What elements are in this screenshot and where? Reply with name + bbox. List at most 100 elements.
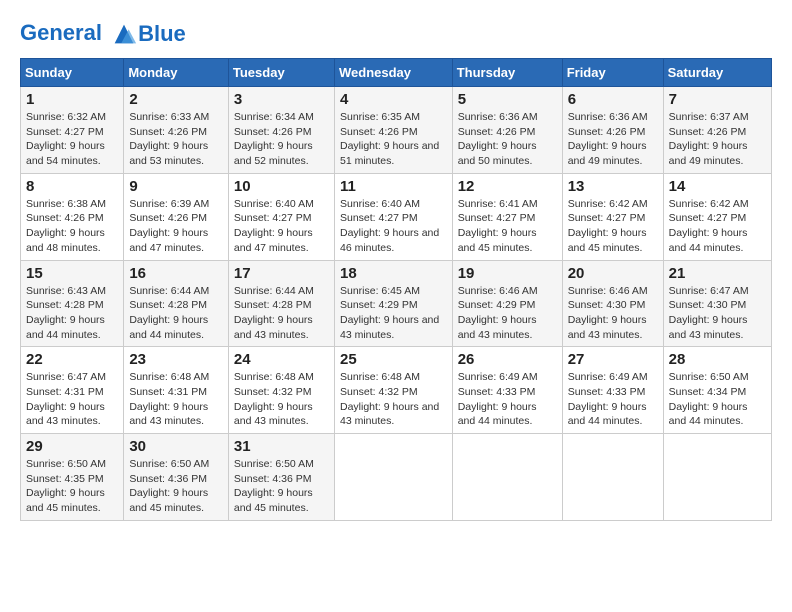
calendar-cell: 21 Sunrise: 6:47 AM Sunset: 4:30 PM Dayl…: [663, 260, 771, 347]
day-number: 9: [129, 178, 223, 195]
day-info: Sunrise: 6:43 AM Sunset: 4:28 PM Dayligh…: [26, 284, 118, 343]
day-info: Sunrise: 6:42 AM Sunset: 4:27 PM Dayligh…: [669, 197, 766, 256]
day-info: Sunrise: 6:38 AM Sunset: 4:26 PM Dayligh…: [26, 197, 118, 256]
day-number: 10: [234, 178, 329, 195]
day-info: Sunrise: 6:49 AM Sunset: 4:33 PM Dayligh…: [568, 370, 658, 429]
day-number: 16: [129, 265, 223, 282]
calendar-day-header: Friday: [562, 59, 663, 87]
day-info: Sunrise: 6:44 AM Sunset: 4:28 PM Dayligh…: [234, 284, 329, 343]
calendar-body: 1 Sunrise: 6:32 AM Sunset: 4:27 PM Dayli…: [21, 87, 772, 521]
calendar-cell: 18 Sunrise: 6:45 AM Sunset: 4:29 PM Dayl…: [334, 260, 452, 347]
day-info: Sunrise: 6:41 AM Sunset: 4:27 PM Dayligh…: [458, 197, 557, 256]
calendar-cell: 30 Sunrise: 6:50 AM Sunset: 4:36 PM Dayl…: [124, 434, 229, 521]
calendar-week-row: 15 Sunrise: 6:43 AM Sunset: 4:28 PM Dayl…: [21, 260, 772, 347]
day-number: 5: [458, 91, 557, 108]
day-info: Sunrise: 6:47 AM Sunset: 4:31 PM Dayligh…: [26, 370, 118, 429]
calendar-week-row: 8 Sunrise: 6:38 AM Sunset: 4:26 PM Dayli…: [21, 173, 772, 260]
day-number: 22: [26, 351, 118, 368]
calendar-cell: 1 Sunrise: 6:32 AM Sunset: 4:27 PM Dayli…: [21, 87, 124, 174]
calendar-cell: 14 Sunrise: 6:42 AM Sunset: 4:27 PM Dayl…: [663, 173, 771, 260]
calendar-header-row: SundayMondayTuesdayWednesdayThursdayFrid…: [21, 59, 772, 87]
calendar-cell: [452, 434, 562, 521]
day-info: Sunrise: 6:50 AM Sunset: 4:36 PM Dayligh…: [129, 457, 223, 516]
day-info: Sunrise: 6:40 AM Sunset: 4:27 PM Dayligh…: [340, 197, 447, 256]
day-number: 14: [669, 178, 766, 195]
calendar-cell: 11 Sunrise: 6:40 AM Sunset: 4:27 PM Dayl…: [334, 173, 452, 260]
logo: General Blue: [20, 20, 186, 48]
calendar-cell: 29 Sunrise: 6:50 AM Sunset: 4:35 PM Dayl…: [21, 434, 124, 521]
day-info: Sunrise: 6:49 AM Sunset: 4:33 PM Dayligh…: [458, 370, 557, 429]
day-info: Sunrise: 6:36 AM Sunset: 4:26 PM Dayligh…: [458, 110, 557, 169]
day-number: 11: [340, 178, 447, 195]
day-info: Sunrise: 6:46 AM Sunset: 4:29 PM Dayligh…: [458, 284, 557, 343]
day-number: 28: [669, 351, 766, 368]
calendar-day-header: Tuesday: [228, 59, 334, 87]
day-info: Sunrise: 6:35 AM Sunset: 4:26 PM Dayligh…: [340, 110, 447, 169]
page-header: General Blue: [20, 20, 772, 48]
calendar-cell: 17 Sunrise: 6:44 AM Sunset: 4:28 PM Dayl…: [228, 260, 334, 347]
calendar-day-header: Sunday: [21, 59, 124, 87]
day-info: Sunrise: 6:37 AM Sunset: 4:26 PM Dayligh…: [669, 110, 766, 169]
calendar-cell: 9 Sunrise: 6:39 AM Sunset: 4:26 PM Dayli…: [124, 173, 229, 260]
calendar-cell: 6 Sunrise: 6:36 AM Sunset: 4:26 PM Dayli…: [562, 87, 663, 174]
day-info: Sunrise: 6:48 AM Sunset: 4:31 PM Dayligh…: [129, 370, 223, 429]
calendar-cell: 19 Sunrise: 6:46 AM Sunset: 4:29 PM Dayl…: [452, 260, 562, 347]
day-info: Sunrise: 6:36 AM Sunset: 4:26 PM Dayligh…: [568, 110, 658, 169]
calendar-cell: 8 Sunrise: 6:38 AM Sunset: 4:26 PM Dayli…: [21, 173, 124, 260]
calendar-cell: 27 Sunrise: 6:49 AM Sunset: 4:33 PM Dayl…: [562, 347, 663, 434]
calendar-cell: 16 Sunrise: 6:44 AM Sunset: 4:28 PM Dayl…: [124, 260, 229, 347]
day-number: 1: [26, 91, 118, 108]
day-number: 12: [458, 178, 557, 195]
calendar-cell: 23 Sunrise: 6:48 AM Sunset: 4:31 PM Dayl…: [124, 347, 229, 434]
day-info: Sunrise: 6:39 AM Sunset: 4:26 PM Dayligh…: [129, 197, 223, 256]
day-info: Sunrise: 6:33 AM Sunset: 4:26 PM Dayligh…: [129, 110, 223, 169]
day-number: 4: [340, 91, 447, 108]
calendar-cell: [562, 434, 663, 521]
day-number: 27: [568, 351, 658, 368]
day-number: 8: [26, 178, 118, 195]
calendar-cell: 2 Sunrise: 6:33 AM Sunset: 4:26 PM Dayli…: [124, 87, 229, 174]
day-info: Sunrise: 6:50 AM Sunset: 4:34 PM Dayligh…: [669, 370, 766, 429]
day-info: Sunrise: 6:44 AM Sunset: 4:28 PM Dayligh…: [129, 284, 223, 343]
calendar-cell: 26 Sunrise: 6:49 AM Sunset: 4:33 PM Dayl…: [452, 347, 562, 434]
calendar-table: SundayMondayTuesdayWednesdayThursdayFrid…: [20, 58, 772, 521]
logo-blue: Blue: [138, 22, 186, 46]
day-number: 31: [234, 438, 329, 455]
calendar-cell: 3 Sunrise: 6:34 AM Sunset: 4:26 PM Dayli…: [228, 87, 334, 174]
day-number: 21: [669, 265, 766, 282]
day-info: Sunrise: 6:45 AM Sunset: 4:29 PM Dayligh…: [340, 284, 447, 343]
calendar-cell: 4 Sunrise: 6:35 AM Sunset: 4:26 PM Dayli…: [334, 87, 452, 174]
calendar-day-header: Thursday: [452, 59, 562, 87]
calendar-cell: 25 Sunrise: 6:48 AM Sunset: 4:32 PM Dayl…: [334, 347, 452, 434]
day-number: 15: [26, 265, 118, 282]
calendar-cell: 22 Sunrise: 6:47 AM Sunset: 4:31 PM Dayl…: [21, 347, 124, 434]
day-number: 20: [568, 265, 658, 282]
day-info: Sunrise: 6:34 AM Sunset: 4:26 PM Dayligh…: [234, 110, 329, 169]
day-info: Sunrise: 6:48 AM Sunset: 4:32 PM Dayligh…: [234, 370, 329, 429]
day-info: Sunrise: 6:40 AM Sunset: 4:27 PM Dayligh…: [234, 197, 329, 256]
day-number: 7: [669, 91, 766, 108]
day-info: Sunrise: 6:48 AM Sunset: 4:32 PM Dayligh…: [340, 370, 447, 429]
day-info: Sunrise: 6:32 AM Sunset: 4:27 PM Dayligh…: [26, 110, 118, 169]
day-number: 6: [568, 91, 658, 108]
calendar-cell: 15 Sunrise: 6:43 AM Sunset: 4:28 PM Dayl…: [21, 260, 124, 347]
calendar-cell: 5 Sunrise: 6:36 AM Sunset: 4:26 PM Dayli…: [452, 87, 562, 174]
day-info: Sunrise: 6:46 AM Sunset: 4:30 PM Dayligh…: [568, 284, 658, 343]
calendar-week-row: 1 Sunrise: 6:32 AM Sunset: 4:27 PM Dayli…: [21, 87, 772, 174]
calendar-cell: 31 Sunrise: 6:50 AM Sunset: 4:36 PM Dayl…: [228, 434, 334, 521]
day-number: 29: [26, 438, 118, 455]
calendar-day-header: Monday: [124, 59, 229, 87]
calendar-cell: 13 Sunrise: 6:42 AM Sunset: 4:27 PM Dayl…: [562, 173, 663, 260]
calendar-cell: 24 Sunrise: 6:48 AM Sunset: 4:32 PM Dayl…: [228, 347, 334, 434]
calendar-week-row: 29 Sunrise: 6:50 AM Sunset: 4:35 PM Dayl…: [21, 434, 772, 521]
day-number: 2: [129, 91, 223, 108]
day-number: 24: [234, 351, 329, 368]
day-number: 13: [568, 178, 658, 195]
calendar-cell: [663, 434, 771, 521]
calendar-day-header: Wednesday: [334, 59, 452, 87]
calendar-cell: 12 Sunrise: 6:41 AM Sunset: 4:27 PM Dayl…: [452, 173, 562, 260]
day-info: Sunrise: 6:47 AM Sunset: 4:30 PM Dayligh…: [669, 284, 766, 343]
day-info: Sunrise: 6:42 AM Sunset: 4:27 PM Dayligh…: [568, 197, 658, 256]
calendar-cell: 7 Sunrise: 6:37 AM Sunset: 4:26 PM Dayli…: [663, 87, 771, 174]
day-number: 17: [234, 265, 329, 282]
